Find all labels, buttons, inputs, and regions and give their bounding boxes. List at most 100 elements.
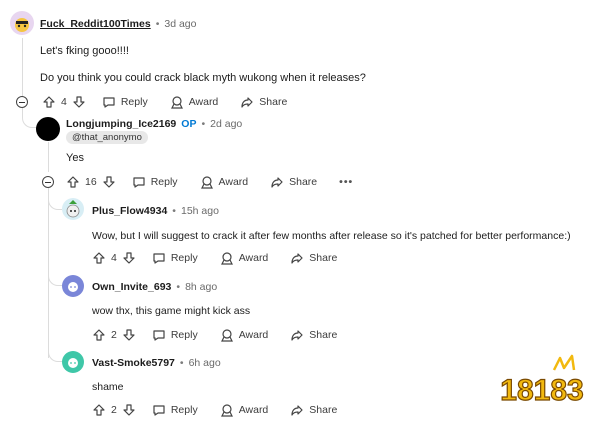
award-button[interactable]: Award — [170, 95, 219, 109]
vote-group: 2 — [92, 328, 136, 342]
share-icon — [290, 403, 304, 417]
share-icon — [290, 328, 304, 342]
separator-dot: • — [201, 118, 206, 130]
upvote-icon[interactable] — [92, 251, 106, 265]
award-icon — [220, 403, 234, 417]
vote-count: 2 — [111, 329, 117, 341]
comment-meta: Longjumping_Ice2169 OP • 2d ago — [66, 118, 242, 130]
reply-button[interactable]: Reply — [102, 95, 148, 109]
reply-label: Reply — [120, 96, 148, 108]
reply-icon — [102, 95, 116, 109]
comment-body-line: Do you think you could crack black myth … — [40, 72, 366, 84]
timestamp[interactable]: 6h ago — [189, 357, 221, 369]
timestamp[interactable]: 15h ago — [181, 205, 219, 217]
share-button[interactable]: Share — [290, 251, 337, 265]
award-label: Award — [238, 329, 269, 341]
award-button[interactable]: Award — [220, 328, 269, 342]
share-button[interactable]: Share — [240, 95, 287, 109]
award-icon — [220, 328, 234, 342]
upvote-icon[interactable] — [42, 95, 56, 109]
watermark-text: 18183 — [500, 374, 583, 407]
comment-body-line: shame — [92, 381, 124, 393]
share-label: Share — [309, 404, 338, 416]
username[interactable]: Vast-Smoke5797 — [92, 357, 175, 369]
reply-label: Reply — [170, 252, 198, 264]
downvote-icon[interactable] — [102, 175, 116, 189]
avatar[interactable] — [10, 11, 34, 35]
comment-actions: 16 Reply Award Share ••• — [66, 175, 353, 189]
reply-label: Reply — [170, 329, 198, 341]
username[interactable]: Own_Invite_693 — [92, 281, 171, 293]
award-button[interactable]: Award — [200, 175, 249, 189]
collapse-icon[interactable] — [42, 176, 54, 188]
vote-group: 4 — [92, 251, 136, 265]
share-button[interactable]: Share — [290, 403, 337, 417]
op-badge: OP — [181, 118, 197, 130]
award-icon — [170, 95, 184, 109]
comment-meta: Fuck_Reddit100Times • 3d ago — [40, 18, 197, 30]
comment-body-line: Wow, but I will suggest to crack it afte… — [92, 230, 571, 242]
share-icon — [290, 251, 304, 265]
username[interactable]: Fuck_Reddit100Times — [40, 18, 151, 30]
award-button[interactable]: Award — [220, 251, 269, 265]
upvote-icon[interactable] — [66, 175, 80, 189]
award-label: Award — [218, 176, 249, 188]
separator-dot: • — [179, 357, 184, 369]
timestamp[interactable]: 2d ago — [210, 118, 242, 130]
upvote-icon[interactable] — [92, 403, 106, 417]
separator-dot: • — [155, 18, 160, 30]
share-label: Share — [259, 96, 288, 108]
thread-connector — [48, 338, 62, 362]
reply-button[interactable]: Reply — [152, 251, 198, 265]
separator-dot: • — [176, 281, 181, 293]
award-label: Award — [188, 96, 219, 108]
timestamp[interactable]: 8h ago — [185, 281, 217, 293]
award-button[interactable]: Award — [220, 403, 269, 417]
vote-count: 16 — [85, 176, 97, 188]
timestamp[interactable]: 3d ago — [164, 18, 196, 30]
comment-meta: Own_Invite_693 • 8h ago — [92, 281, 217, 293]
award-label: Award — [238, 252, 269, 264]
award-label: Award — [238, 404, 269, 416]
reply-icon — [152, 251, 166, 265]
award-icon — [200, 175, 214, 189]
comment-meta: Vast-Smoke5797 • 6h ago — [92, 357, 221, 369]
share-button[interactable]: Share — [290, 328, 337, 342]
reply-button[interactable]: Reply — [152, 328, 198, 342]
avatar[interactable] — [36, 117, 60, 141]
reply-button[interactable]: Reply — [152, 403, 198, 417]
downvote-icon[interactable] — [72, 95, 86, 109]
more-options-button[interactable]: ••• — [339, 176, 353, 188]
reply-button[interactable]: Reply — [132, 175, 178, 189]
watermark-logo: 18183 — [500, 354, 584, 408]
comment-body-line: Yes — [66, 152, 84, 164]
share-button[interactable]: Share — [270, 175, 317, 189]
avatar[interactable] — [62, 198, 84, 220]
thread-connector — [48, 186, 62, 210]
award-icon — [220, 251, 234, 265]
downvote-icon[interactable] — [122, 403, 136, 417]
upvote-icon[interactable] — [92, 328, 106, 342]
share-icon — [270, 175, 284, 189]
username[interactable]: Longjumping_Ice2169 — [66, 118, 176, 130]
comment-actions: 2 Reply Award Share — [92, 328, 337, 342]
thread-line-op — [48, 142, 49, 172]
vote-count: 4 — [111, 252, 117, 264]
username[interactable]: Plus_Flow4934 — [92, 205, 167, 217]
share-icon — [240, 95, 254, 109]
user-flair: @that_anonymo — [66, 131, 148, 144]
share-label: Share — [289, 176, 318, 188]
downvote-icon[interactable] — [122, 251, 136, 265]
comment-actions: 4 Reply Award Share — [92, 251, 337, 265]
comment-actions: 2 Reply Award Share — [92, 403, 337, 417]
avatar[interactable] — [62, 351, 84, 373]
reply-icon — [152, 328, 166, 342]
vote-group: 2 — [92, 403, 136, 417]
collapse-icon[interactable] — [16, 96, 28, 108]
vote-group: 4 — [42, 95, 86, 109]
avatar[interactable] — [62, 275, 84, 297]
thread-connector — [48, 262, 62, 286]
reply-label: Reply — [150, 176, 178, 188]
comment-meta: Plus_Flow4934 • 15h ago — [92, 205, 219, 217]
downvote-icon[interactable] — [122, 328, 136, 342]
